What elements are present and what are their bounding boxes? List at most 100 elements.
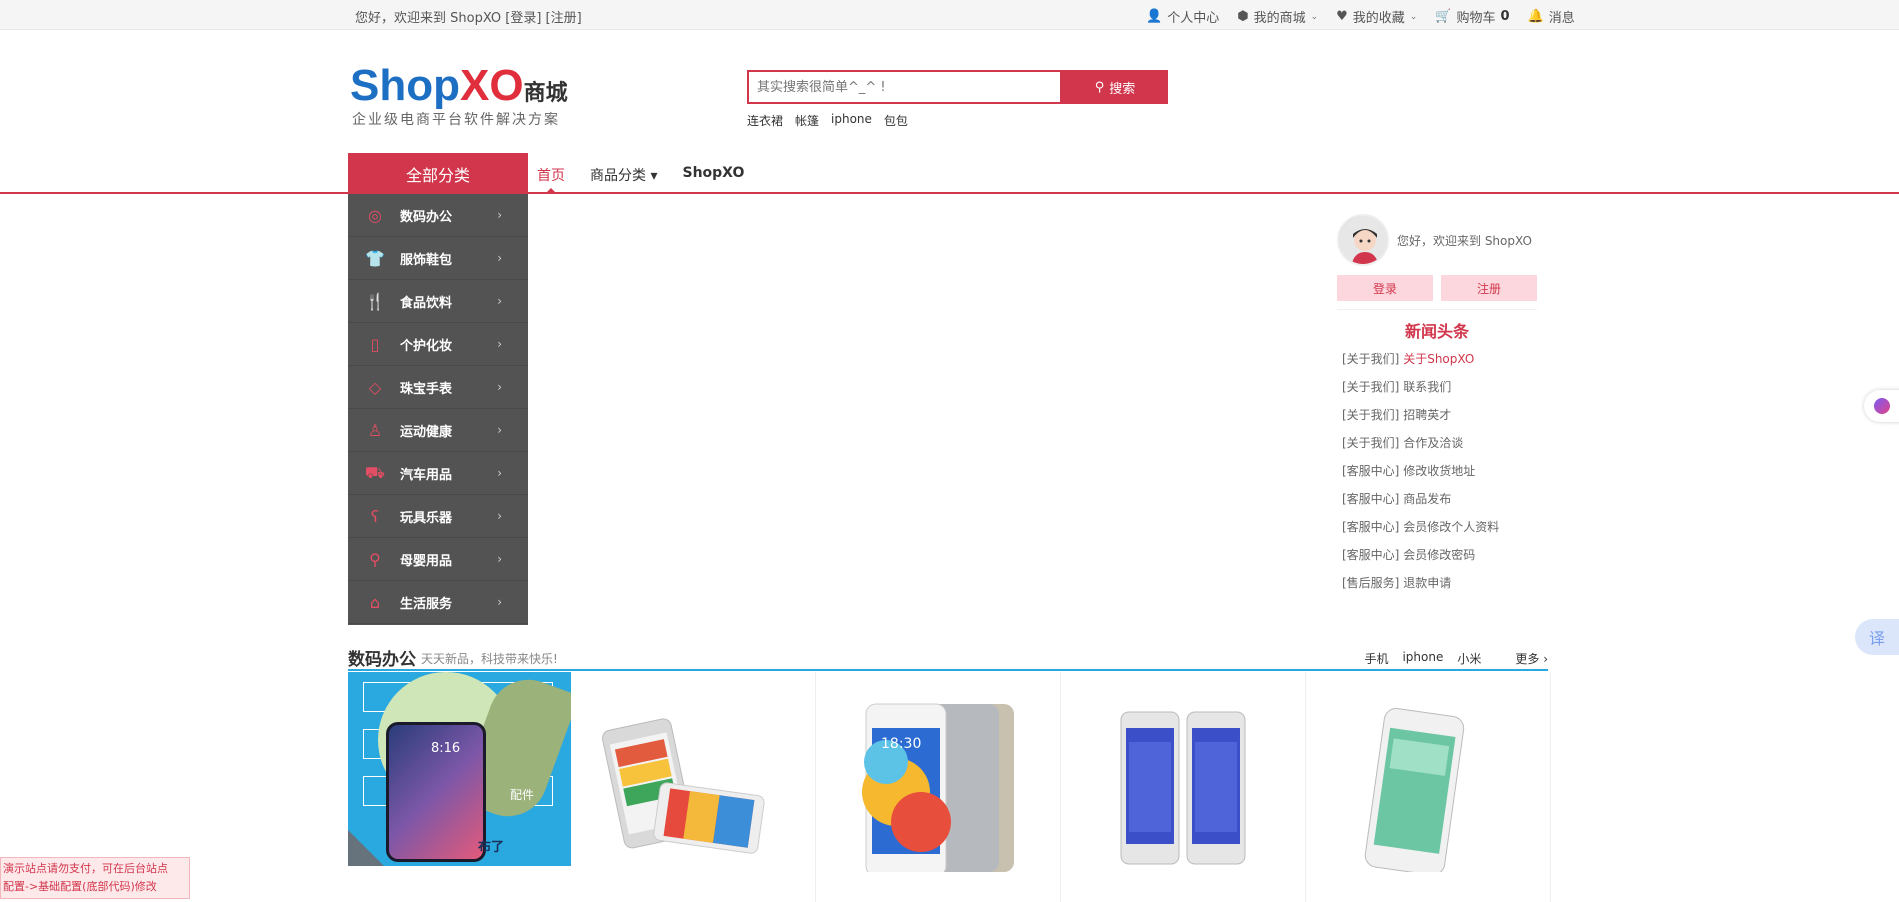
chevron-right-icon: › [497, 337, 502, 351]
floor-subtitle: 天天新品，科技带来快乐! [421, 652, 558, 666]
logo-suffix: 商城 [523, 80, 568, 105]
category-item[interactable]: ʕ 玩具乐器 › [348, 495, 528, 538]
home-icon: ⌂ [369, 592, 381, 612]
hot-word[interactable]: iphone [831, 112, 872, 129]
search-input[interactable] [749, 72, 1060, 102]
chevron-right-icon: › [497, 509, 502, 523]
cart-count: 0 [1500, 9, 1510, 24]
chevron-right-icon: › [497, 466, 502, 480]
register-button[interactable]: 注册 [1441, 275, 1537, 301]
chevron-down-icon: ⌄ [1310, 11, 1319, 22]
phone-image: 8:16 [386, 722, 486, 862]
floor-keyword[interactable]: 小米 [1457, 650, 1481, 667]
all-categories-button[interactable]: 全部分类 [348, 153, 528, 194]
floor-keyword[interactable]: iphone [1402, 650, 1443, 667]
news-item[interactable]: [客服中心] 会员修改密码 [1342, 546, 1542, 574]
welcome-text[interactable]: 您好，欢迎来到 ShopXO [登录] [注册] [355, 7, 582, 26]
news-item[interactable]: [售后服务] 退款申请 [1342, 574, 1542, 602]
floor-body: 8:16 配件 布了 18:30 [348, 672, 1551, 902]
product-image [1120, 711, 1246, 865]
more-link[interactable]: 更多 › [1515, 650, 1548, 667]
chevron-right-icon: › [497, 552, 502, 566]
translate-button[interactable]: 译 [1855, 619, 1899, 655]
category-item[interactable]: ♙ 运动健康 › [348, 409, 528, 452]
cart-icon: 🛒 [1435, 9, 1452, 24]
nav-goods-category[interactable]: 商品分类 ▾ [590, 165, 657, 185]
category-item[interactable]: ⛟ 汽车用品 › [348, 452, 528, 495]
bear-icon: ʕ [370, 506, 380, 526]
category-item[interactable]: ◇ 珠宝手表 › [348, 366, 528, 409]
chevron-right-icon: › [497, 595, 502, 609]
hot-word[interactable]: 连衣裙 [747, 112, 783, 129]
shirt-icon: 👕 [365, 248, 385, 268]
cart-link[interactable]: 🛒 购物车 0 [1435, 7, 1509, 26]
bell-icon: 🔔 [1527, 9, 1544, 24]
banner-text: 配件 [510, 788, 535, 802]
floor-header: 数码办公 天天新品，科技带来快乐! 手机 iphone 小米 更多 › [348, 645, 1548, 671]
ai-assistant-button[interactable] [1864, 390, 1899, 422]
main-nav: 首页 商品分类 ▾ ShopXO [537, 165, 769, 194]
category-item[interactable]: ⌂ 生活服务 › [348, 581, 528, 624]
product-image [601, 718, 765, 854]
bottle-icon: ▯ [370, 334, 380, 354]
messages-link[interactable]: 🔔 消息 [1528, 7, 1575, 26]
category-item[interactable]: ▯ 个护化妆 › [348, 323, 528, 366]
category-item[interactable]: 👕 服饰鞋包 › [348, 237, 528, 280]
heart-icon: ♥ [1336, 9, 1348, 24]
my-mall-link[interactable]: ⬢ 我的商城 ⌄ [1237, 7, 1318, 26]
hot-word[interactable]: 帐篷 [795, 112, 819, 129]
category-item[interactable]: ⚲ 母婴用品 › [348, 538, 528, 581]
news-item[interactable]: [客服中心] 会员修改个人资料 [1342, 518, 1542, 546]
cube-icon: ⬢ [1237, 9, 1249, 24]
chevron-down-icon: ⌄ [1409, 11, 1418, 22]
top-bar: 您好，欢迎来到 ShopXO [登录] [注册] 👤 个人中心 ⬢ 我的商城 ⌄… [0, 0, 1899, 30]
search-icon: ⚲ [1094, 79, 1105, 95]
my-favorites-link[interactable]: ♥ 我的收藏 ⌄ [1336, 7, 1417, 26]
floor-banner[interactable]: 8:16 配件 布了 [348, 672, 571, 866]
car-icon: ⛟ [364, 462, 386, 482]
chevron-right-icon: › [497, 208, 502, 222]
news-item[interactable]: [关于我们] 招聘英才 [1342, 406, 1542, 434]
hot-word[interactable]: 包包 [884, 112, 908, 129]
chevron-right-icon: › [497, 380, 502, 394]
category-menu: ◎ 数码办公 › 👕 服饰鞋包 › 🍴 食品饮料 › ▯ 个护化妆 › ◇ 珠宝手表 › ♙ 运动健康… [348, 194, 528, 625]
logo-slogan: 企业级电商平台软件解决方案 [352, 112, 560, 128]
product-card[interactable] [1061, 672, 1306, 902]
user-icon: 👤 [1146, 9, 1163, 24]
news-item[interactable]: [客服中心] 修改收货地址 [1342, 462, 1542, 490]
cutlery-icon: 🍴 [365, 291, 385, 311]
product-card[interactable]: 18:30 [816, 672, 1061, 902]
chevron-right-icon: › [497, 251, 502, 265]
nav-shopxo[interactable]: ShopXO [682, 165, 744, 185]
news-item[interactable]: [关于我们] 联系我们 [1342, 378, 1542, 406]
personal-center-link[interactable]: 👤 个人中心 [1146, 7, 1219, 26]
nav-divider [0, 192, 1899, 194]
news-item[interactable]: [关于我们] 合作及洽谈 [1342, 434, 1542, 462]
chevron-right-icon: › [497, 294, 502, 308]
nav-home[interactable]: 首页 [537, 165, 565, 194]
chevron-right-icon: › [497, 423, 502, 437]
login-button[interactable]: 登录 [1337, 275, 1433, 301]
search-button[interactable]: ⚲ 搜索 [1062, 70, 1168, 104]
search-box [747, 70, 1062, 104]
top-links: 👤 个人中心 ⬢ 我的商城 ⌄ ♥ 我的收藏 ⌄ 🛒 购物车 0 🔔 消息 [1146, 7, 1575, 26]
banner-text: 布了 [478, 840, 505, 855]
user-welcome: 您好，欢迎来到 ShopXO [1397, 234, 1532, 248]
product-card[interactable] [571, 672, 816, 902]
demo-notice: 演示站点请勿支付，可在后台站点 配置->基础配置(底部代码)修改 [0, 857, 190, 899]
camera-icon: ◎ [368, 205, 382, 225]
diamond-icon: ◇ [368, 377, 382, 397]
divider [1337, 309, 1537, 310]
site-logo[interactable]: ShopXO商城 企业级电商平台软件解决方案 [350, 62, 590, 132]
news-item[interactable]: [关于我们] 关于ShopXO [1342, 350, 1542, 378]
assistant-icon [1874, 398, 1890, 414]
category-item[interactable]: ◎ 数码办公 › [348, 194, 528, 237]
news-item[interactable]: [客服中心] 商品发布 [1342, 490, 1542, 518]
logo-xo: XO [459, 61, 524, 110]
floor-title: 数码办公 [348, 650, 416, 670]
product-image: 18:30 [862, 703, 1014, 872]
product-card[interactable] [1306, 672, 1551, 902]
avatar [1337, 214, 1389, 266]
floor-keyword[interactable]: 手机 [1364, 650, 1388, 667]
category-item[interactable]: 🍴 食品饮料 › [348, 280, 528, 323]
